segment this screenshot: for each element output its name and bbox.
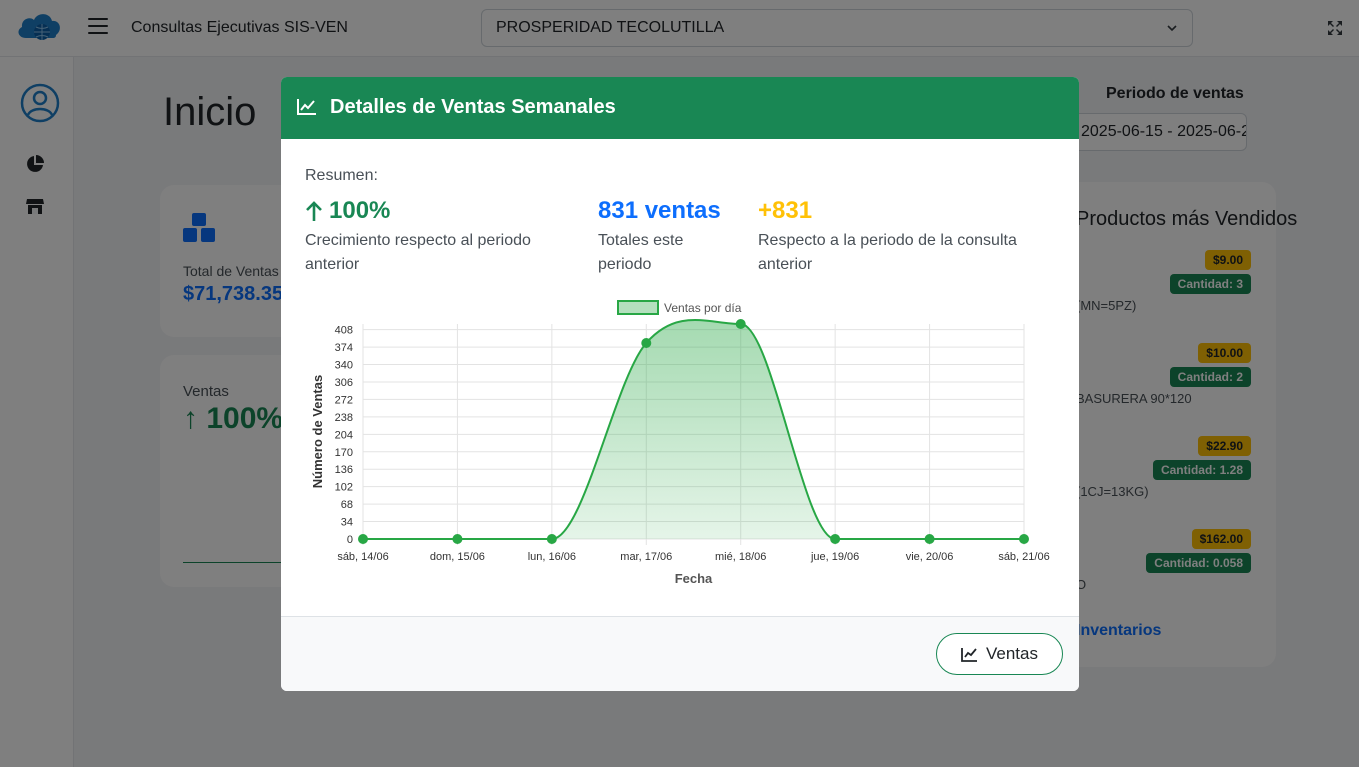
y-tick-label: 0 [347, 534, 353, 546]
y-tick-label: 374 [335, 342, 353, 354]
x-tick-label: mié, 18/06 [715, 551, 766, 563]
x-tick-label: sáb, 14/06 [337, 551, 388, 563]
growth-desc: Crecimiento respecto al periodo anterior [305, 232, 531, 273]
y-axis-title: Número de Ventas [310, 375, 325, 488]
total-stat: 831 ventas Totales este periodo [598, 197, 738, 277]
line-chart-icon [297, 99, 316, 115]
x-tick-label: dom, 15/06 [430, 551, 485, 563]
x-tick-label: lun, 16/06 [528, 551, 576, 563]
data-point [735, 319, 746, 329]
data-point [1019, 534, 1029, 544]
data-point [924, 534, 935, 544]
line-chart-icon [961, 647, 977, 662]
legend-swatch [617, 300, 659, 315]
y-tick-label: 238 [335, 412, 353, 424]
diff-desc: Respecto a la periodo de la consulta ant… [758, 232, 1017, 273]
modal-header: Detalles de Ventas Semanales [281, 77, 1079, 139]
x-tick-label: jue, 19/06 [810, 551, 859, 563]
total-desc: Totales este periodo [598, 232, 684, 273]
y-tick-label: 34 [341, 517, 353, 529]
y-tick-label: 306 [335, 377, 353, 389]
y-tick-label: 204 [335, 429, 353, 441]
y-tick-label: 408 [335, 325, 353, 337]
data-point [452, 534, 463, 544]
y-tick-label: 170 [335, 447, 353, 459]
x-axis-title: Fecha [675, 571, 713, 586]
total-value: 831 ventas [598, 197, 721, 224]
data-point [546, 534, 557, 544]
x-tick-label: vie, 20/06 [906, 551, 954, 563]
y-tick-label: 340 [335, 360, 353, 372]
growth-stat: 100% Crecimiento respecto al periodo ant… [305, 197, 575, 277]
series-area [363, 320, 1024, 539]
arrow-up-icon [306, 201, 322, 221]
x-tick-label: sáb, 21/06 [998, 551, 1049, 563]
sales-button[interactable]: Ventas [936, 633, 1063, 675]
sales-button-label: Ventas [986, 644, 1038, 663]
x-tick-label: mar, 17/06 [620, 551, 672, 563]
growth-value: 100% [329, 197, 391, 224]
weekly-sales-modal: Detalles de Ventas Semanales Resumen: 10… [281, 77, 1079, 691]
data-point [830, 534, 841, 544]
legend-label: Ventas por día [664, 301, 742, 315]
summary-label: Resumen: [305, 167, 378, 184]
weekly-sales-chart: 0 34 68 102 136 170 204 238 272 306 340 374 408 sáb, … [310, 300, 1050, 586]
data-point [641, 337, 652, 348]
modal-title: Detalles de Ventas Semanales [330, 96, 616, 118]
diff-stat: +831 Respecto a la periodo de la consult… [758, 197, 1058, 277]
y-tick-label: 68 [341, 499, 353, 511]
y-tick-label: 136 [335, 464, 353, 476]
y-tick-label: 102 [335, 482, 353, 494]
modal-footer: Ventas [281, 616, 1079, 691]
data-point [358, 534, 368, 544]
diff-value: +831 [758, 197, 813, 224]
y-tick-label: 272 [335, 394, 353, 406]
